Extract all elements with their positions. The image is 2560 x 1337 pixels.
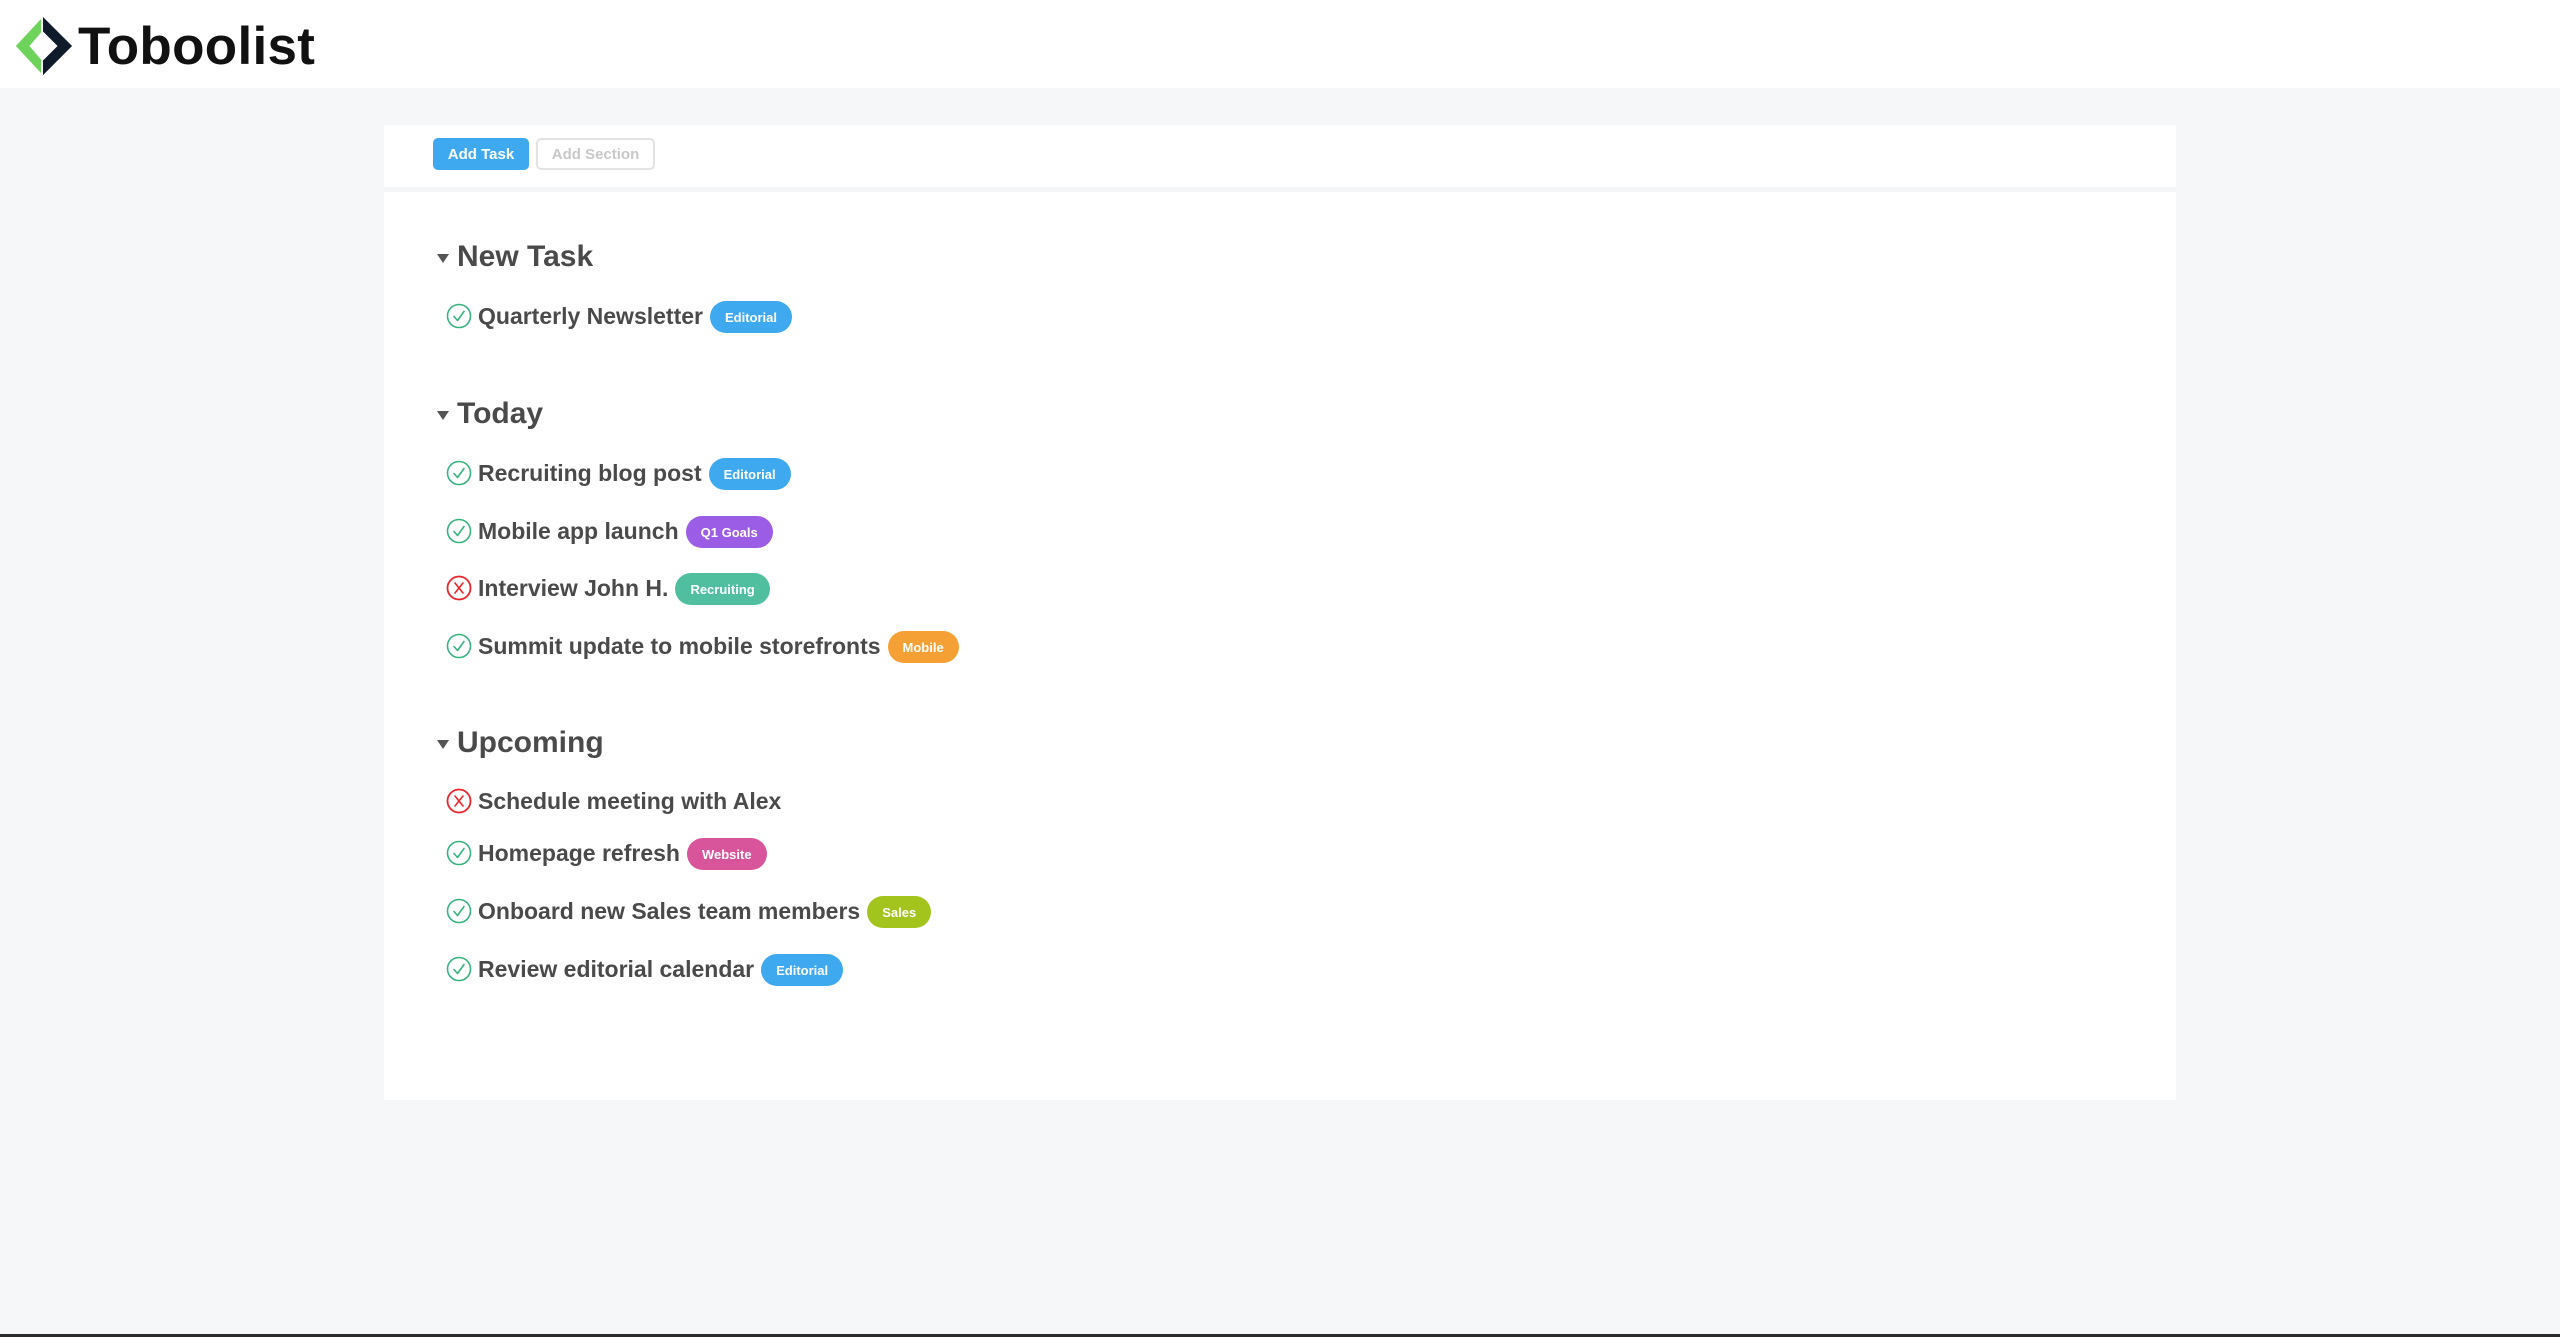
tag-badge[interactable]: Editorial bbox=[709, 301, 792, 333]
task-list-card: Add Task Add Section New Task Quarterly … bbox=[384, 125, 2176, 1100]
task-item[interactable]: Summit update to mobile storefronts Mobi… bbox=[446, 627, 959, 665]
tag-badge[interactable]: Q1 Goals bbox=[685, 516, 773, 548]
app-name: Toboolist bbox=[78, 16, 316, 76]
check-circle-icon[interactable] bbox=[446, 633, 472, 659]
x-circle-icon[interactable] bbox=[446, 575, 472, 601]
task-name[interactable]: Quarterly Newsletter bbox=[478, 303, 703, 330]
section-header-upcoming[interactable]: Upcoming bbox=[437, 723, 604, 763]
task-name[interactable]: Summit update to mobile storefronts bbox=[478, 633, 881, 660]
section-header-today[interactable]: Today bbox=[437, 394, 543, 434]
check-circle-icon[interactable] bbox=[446, 898, 472, 924]
app-header: Toboolist bbox=[0, 0, 2560, 88]
caret-down-icon[interactable] bbox=[437, 410, 449, 420]
check-circle-icon[interactable] bbox=[446, 956, 472, 982]
brand[interactable]: Toboolist bbox=[12, 14, 315, 78]
task-name[interactable]: Mobile app launch bbox=[478, 518, 679, 545]
task-name[interactable]: Review editorial calendar bbox=[478, 956, 754, 983]
x-circle-icon[interactable] bbox=[446, 788, 472, 814]
check-circle-icon[interactable] bbox=[446, 303, 472, 329]
add-section-button[interactable]: Add Section bbox=[536, 138, 655, 170]
task-name[interactable]: Interview John H. bbox=[478, 575, 668, 602]
section-title: Upcoming bbox=[457, 726, 604, 759]
tag-badge[interactable]: Editorial bbox=[761, 954, 844, 986]
task-item[interactable]: Recruiting blog post Editorial bbox=[446, 454, 791, 492]
tag-badge[interactable]: Recruiting bbox=[675, 573, 770, 605]
task-name[interactable]: Onboard new Sales team members bbox=[478, 898, 860, 925]
task-name[interactable]: Schedule meeting with Alex bbox=[478, 788, 781, 815]
task-item[interactable]: Mobile app launch Q1 Goals bbox=[446, 512, 773, 550]
caret-down-icon[interactable] bbox=[437, 253, 449, 263]
caret-down-icon[interactable] bbox=[437, 739, 449, 749]
task-item[interactable]: Onboard new Sales team members Sales bbox=[446, 892, 932, 930]
task-item[interactable]: Homepage refresh Website bbox=[446, 834, 767, 872]
diamond-chevron-logo-icon bbox=[15, 16, 73, 76]
tag-badge[interactable]: Website bbox=[686, 838, 767, 870]
tag-badge[interactable]: Mobile bbox=[887, 631, 959, 663]
add-task-button[interactable]: Add Task bbox=[433, 138, 529, 170]
task-item[interactable]: Review editorial calendar Editorial bbox=[446, 950, 844, 988]
task-item[interactable]: Interview John H. Recruiting bbox=[446, 569, 770, 607]
check-circle-icon[interactable] bbox=[446, 518, 472, 544]
toolbar: Add Task Add Section bbox=[384, 125, 2176, 192]
section-title: Today bbox=[457, 397, 544, 430]
check-circle-icon[interactable] bbox=[446, 460, 472, 486]
task-item[interactable]: Schedule meeting with Alex bbox=[446, 782, 781, 820]
section-title: New Task bbox=[457, 240, 594, 273]
check-circle-icon[interactable] bbox=[446, 840, 472, 866]
task-item[interactable]: Quarterly Newsletter Editorial bbox=[446, 297, 792, 335]
section-header-new-task[interactable]: New Task bbox=[437, 237, 593, 277]
tag-badge[interactable]: Editorial bbox=[708, 458, 791, 490]
task-name[interactable]: Homepage refresh bbox=[478, 840, 680, 867]
task-name[interactable]: Recruiting blog post bbox=[478, 460, 702, 487]
tag-badge[interactable]: Sales bbox=[867, 896, 932, 928]
